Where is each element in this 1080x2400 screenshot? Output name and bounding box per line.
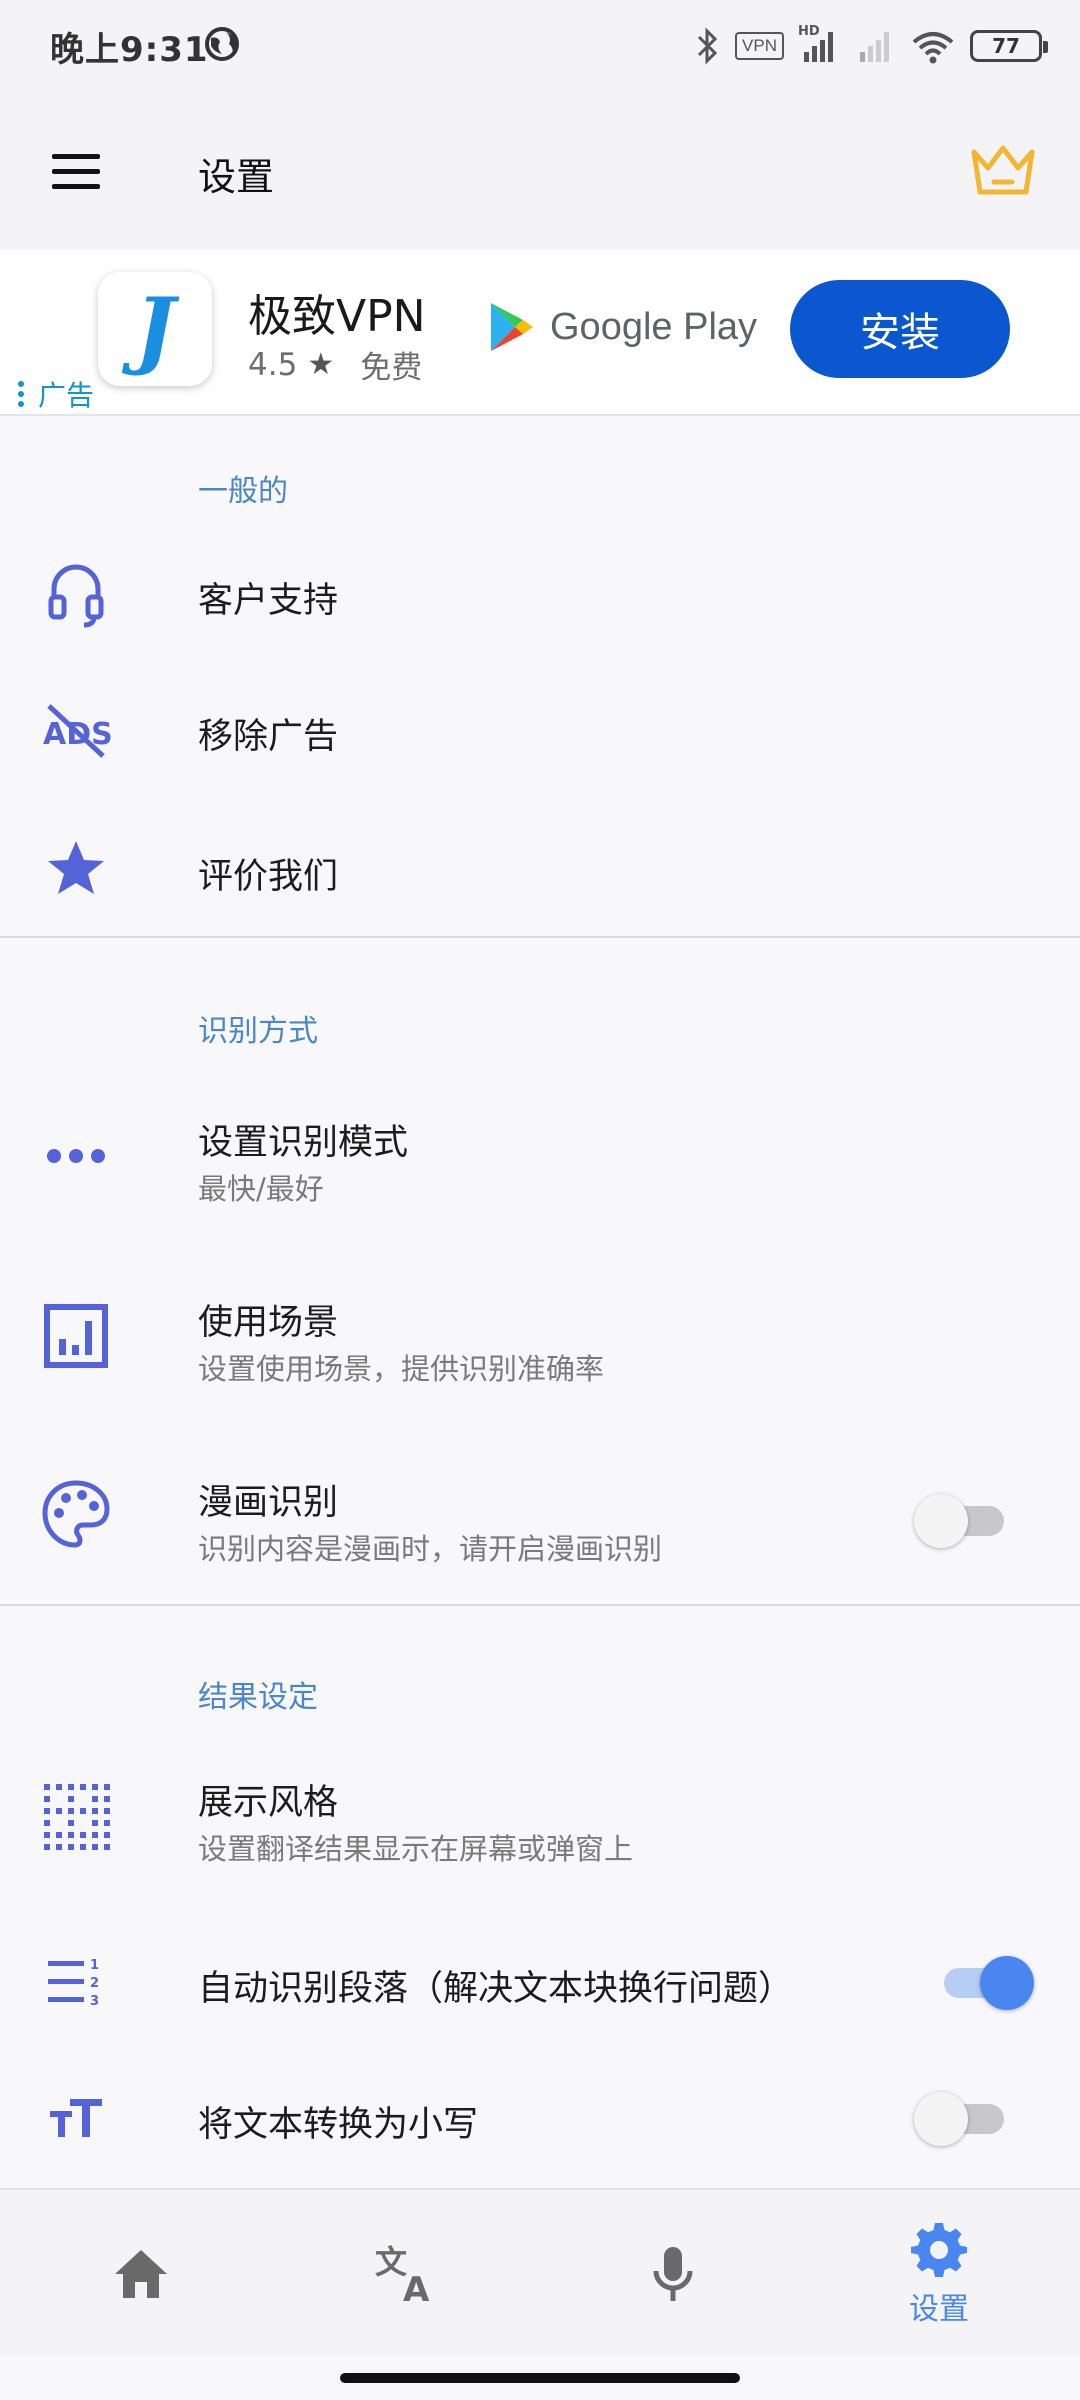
google-play-icon (491, 303, 533, 351)
signal-weak-icon (860, 32, 889, 62)
crown-icon[interactable] (968, 142, 1038, 200)
bottom-navigation: 文 A 设置 (0, 2188, 1080, 2356)
customer-support-label: 客户支持 (198, 581, 339, 621)
more-horiz-icon (36, 1116, 116, 1196)
nav-voice[interactable] (538, 2190, 808, 2358)
ad-banner[interactable]: J 极致VPN 4.5 ★ 免费 广告 Google Play 安装 (0, 250, 1080, 416)
grid-dots-icon (36, 1776, 116, 1856)
numbered-list-icon: 1 2 3 (36, 1942, 116, 2022)
app-bar: 设置 (0, 92, 1080, 250)
ad-rating: 4.5 (248, 346, 298, 383)
recognition-mode-subtitle: 最快/最好 (198, 1172, 324, 1206)
status-icons: VPN HD 77 (695, 22, 1048, 70)
customer-support-item[interactable]: 客户支持 (0, 548, 1080, 648)
divider (0, 936, 1080, 938)
svg-text:A: A (403, 2270, 430, 2305)
bluetooth-icon (697, 27, 718, 65)
remove-ads-label: 移除广告 (198, 717, 339, 757)
star-icon (36, 828, 116, 908)
comic-recognition-item[interactable]: 漫画识别 识别内容是漫画时，请开启漫画识别 (0, 1460, 1080, 1580)
star-icon: ★ (307, 347, 335, 382)
lowercase-title: 将文本转换为小写 (198, 2105, 479, 2145)
section-header-results: 结果设定 (198, 1680, 318, 1715)
auto-paragraph-toggle[interactable] (936, 1952, 1034, 2012)
ad-app-logo[interactable]: J (98, 272, 212, 386)
lowercase-toggle[interactable] (914, 2088, 1004, 2148)
rate-us-item[interactable]: 评价我们 (0, 820, 1080, 920)
rate-us-label: 评价我们 (198, 857, 339, 897)
ads-off-icon: ADS (36, 690, 116, 770)
comic-recognition-subtitle: 识别内容是漫画时，请开启漫画识别 (198, 1532, 663, 1566)
text-size-icon (36, 2078, 116, 2158)
svg-text:1: 1 (90, 1958, 99, 1973)
recognition-mode-title: 设置识别模式 (198, 1123, 409, 1163)
bar-chart-icon (36, 1296, 116, 1376)
home-indicator[interactable] (340, 2373, 740, 2383)
battery-icon: 77 (970, 30, 1048, 62)
usage-scene-title: 使用场景 (198, 1303, 339, 1343)
usage-scene-item[interactable]: 使用场景 设置使用场景，提供识别准确率 (0, 1280, 1080, 1400)
ad-app-name[interactable]: 极致VPN (248, 280, 426, 344)
nav-settings[interactable]: 设置 (804, 2190, 1074, 2358)
lowercase-item[interactable]: 将文本转换为小写 (0, 2068, 1080, 2168)
home-icon (115, 2250, 167, 2298)
divider (0, 1604, 1080, 1606)
page-title: 设置 (198, 155, 275, 199)
status-time: 晚上9:31 (50, 30, 209, 70)
microphone-icon (653, 2247, 693, 2301)
display-style-subtitle: 设置翻译结果显示在屏幕或弹窗上 (198, 1832, 634, 1866)
usage-scene-subtitle: 设置使用场景，提供识别准确率 (198, 1352, 605, 1386)
install-button[interactable]: 安装 (790, 280, 1010, 378)
palette-icon (36, 1474, 116, 1554)
status-bar: 晚上9:31 VPN HD 77 (0, 0, 1080, 92)
svg-text:3: 3 (90, 1994, 99, 2009)
signal-hd-icon: HD (798, 24, 840, 66)
display-style-title: 展示风格 (198, 1783, 339, 1823)
auto-paragraph-item[interactable]: 1 2 3 自动识别段落（解决文本块换行问题） (0, 1932, 1080, 2032)
google-play-badge: Google Play (488, 300, 757, 354)
gear-icon (911, 2223, 967, 2277)
section-header-general: 一般的 (198, 474, 288, 509)
ad-meta: 4.5 ★ 免费 (248, 342, 422, 387)
nav-home[interactable] (6, 2190, 276, 2358)
wifi-icon (912, 32, 954, 64)
menu-icon[interactable] (46, 150, 106, 194)
comic-recognition-toggle[interactable] (914, 1490, 1004, 1550)
section-header-recognition: 识别方式 (198, 1014, 318, 1049)
ad-tag[interactable]: 广告 (18, 374, 94, 414)
vpn-badge: VPN (735, 32, 784, 60)
ad-price: 免费 (360, 350, 423, 386)
svg-text:2: 2 (90, 1976, 99, 1991)
more-vert-icon (18, 381, 24, 407)
auto-paragraph-title: 自动识别段落（解决文本块换行问题） (198, 1969, 794, 2009)
globe-icon (205, 27, 239, 61)
headset-icon (36, 554, 116, 634)
nav-translate[interactable]: 文 A (272, 2190, 542, 2358)
recognition-mode-item[interactable]: 设置识别模式 最快/最好 (0, 1100, 1080, 1220)
translate-icon: 文 A (375, 2243, 430, 2305)
display-style-item[interactable]: 展示风格 设置翻译结果显示在屏幕或弹窗上 (0, 1760, 1080, 1880)
remove-ads-item[interactable]: ADS 移除广告 (0, 684, 1080, 784)
nav-settings-label: 设置 (909, 2292, 969, 2327)
comic-recognition-title: 漫画识别 (198, 1483, 339, 1523)
